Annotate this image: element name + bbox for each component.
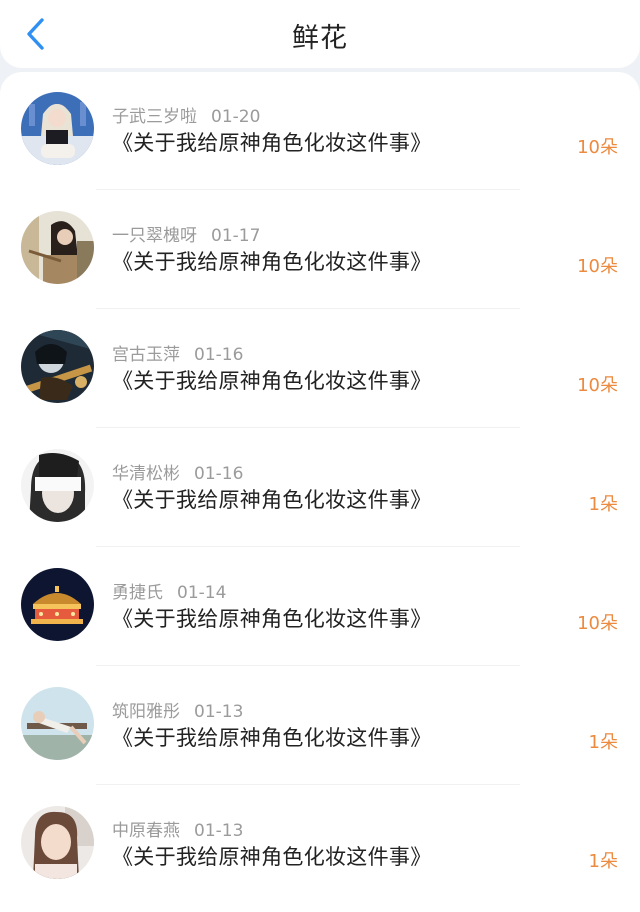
work-title: 《关于我给原神角色化妆这件事》 [112,369,432,393]
gift-date: 01-16 [194,345,244,365]
divider [96,427,520,428]
avatar[interactable] [21,92,94,165]
list-item[interactable]: 勇捷氏 01-14 《关于我给原神角色化妆这件事》 10朵 [0,548,640,667]
gift-date: 01-20 [211,107,261,127]
divider [96,546,520,547]
gift-date: 01-16 [194,464,244,484]
sender-name: 中原春燕 [112,821,180,841]
gift-date: 01-14 [177,583,227,603]
flower-count: 10朵 [577,137,618,158]
sender-name: 子武三岁啦 [112,107,197,127]
gift-date: 01-13 [194,821,244,841]
work-title: 《关于我给原神角色化妆这件事》 [112,488,432,512]
flower-count: 1朵 [588,851,618,872]
avatar[interactable] [21,330,94,403]
avatar[interactable] [21,687,94,760]
avatar[interactable] [21,211,94,284]
list-item[interactable]: 宫古玉萍 01-16 《关于我给原神角色化妆这件事》 10朵 [0,310,640,429]
work-title: 《关于我给原神角色化妆这件事》 [112,131,432,155]
work-title: 《关于我给原神角色化妆这件事》 [112,845,432,869]
work-title: 《关于我给原神角色化妆这件事》 [112,607,432,631]
flower-gift-list: 子武三岁啦 01-20 《关于我给原神角色化妆这件事》 10朵 一只翠槐呀 01-1… [0,72,640,912]
flower-count: 10朵 [577,375,618,396]
flower-count: 1朵 [588,732,618,753]
sender-name: 一只翠槐呀 [112,226,197,246]
sender-name: 宫古玉萍 [112,345,180,365]
gift-date: 01-17 [211,226,261,246]
work-title: 《关于我给原神角色化妆这件事》 [112,250,432,274]
avatar[interactable] [21,449,94,522]
sender-name: 筑阳雅彤 [112,702,180,722]
avatar[interactable] [21,568,94,641]
work-title: 《关于我给原神角色化妆这件事》 [112,726,432,750]
list-item[interactable]: 子武三岁啦 01-20 《关于我给原神角色化妆这件事》 10朵 [0,72,640,191]
list-item[interactable]: 筑阳雅彤 01-13 《关于我给原神角色化妆这件事》 1朵 [0,667,640,786]
list-item[interactable]: 华清松彬 01-16 《关于我给原神角色化妆这件事》 1朵 [0,429,640,548]
divider [96,665,520,666]
gift-date: 01-13 [194,702,244,722]
list-item[interactable]: 一只翠槐呀 01-17 《关于我给原神角色化妆这件事》 10朵 [0,191,640,310]
page-title: 鲜花 [292,23,348,54]
flower-count: 10朵 [577,256,618,277]
top-bar: 鲜花 [0,0,640,68]
divider [96,308,520,309]
sender-name: 华清松彬 [112,464,180,484]
flower-count: 10朵 [577,613,618,634]
sender-name: 勇捷氏 [112,583,163,603]
avatar[interactable] [21,806,94,879]
list-item[interactable]: 中原春燕 01-13 《关于我给原神角色化妆这件事》 1朵 [0,786,640,905]
flower-count: 1朵 [588,494,618,515]
divider [96,189,520,190]
divider [96,784,520,785]
